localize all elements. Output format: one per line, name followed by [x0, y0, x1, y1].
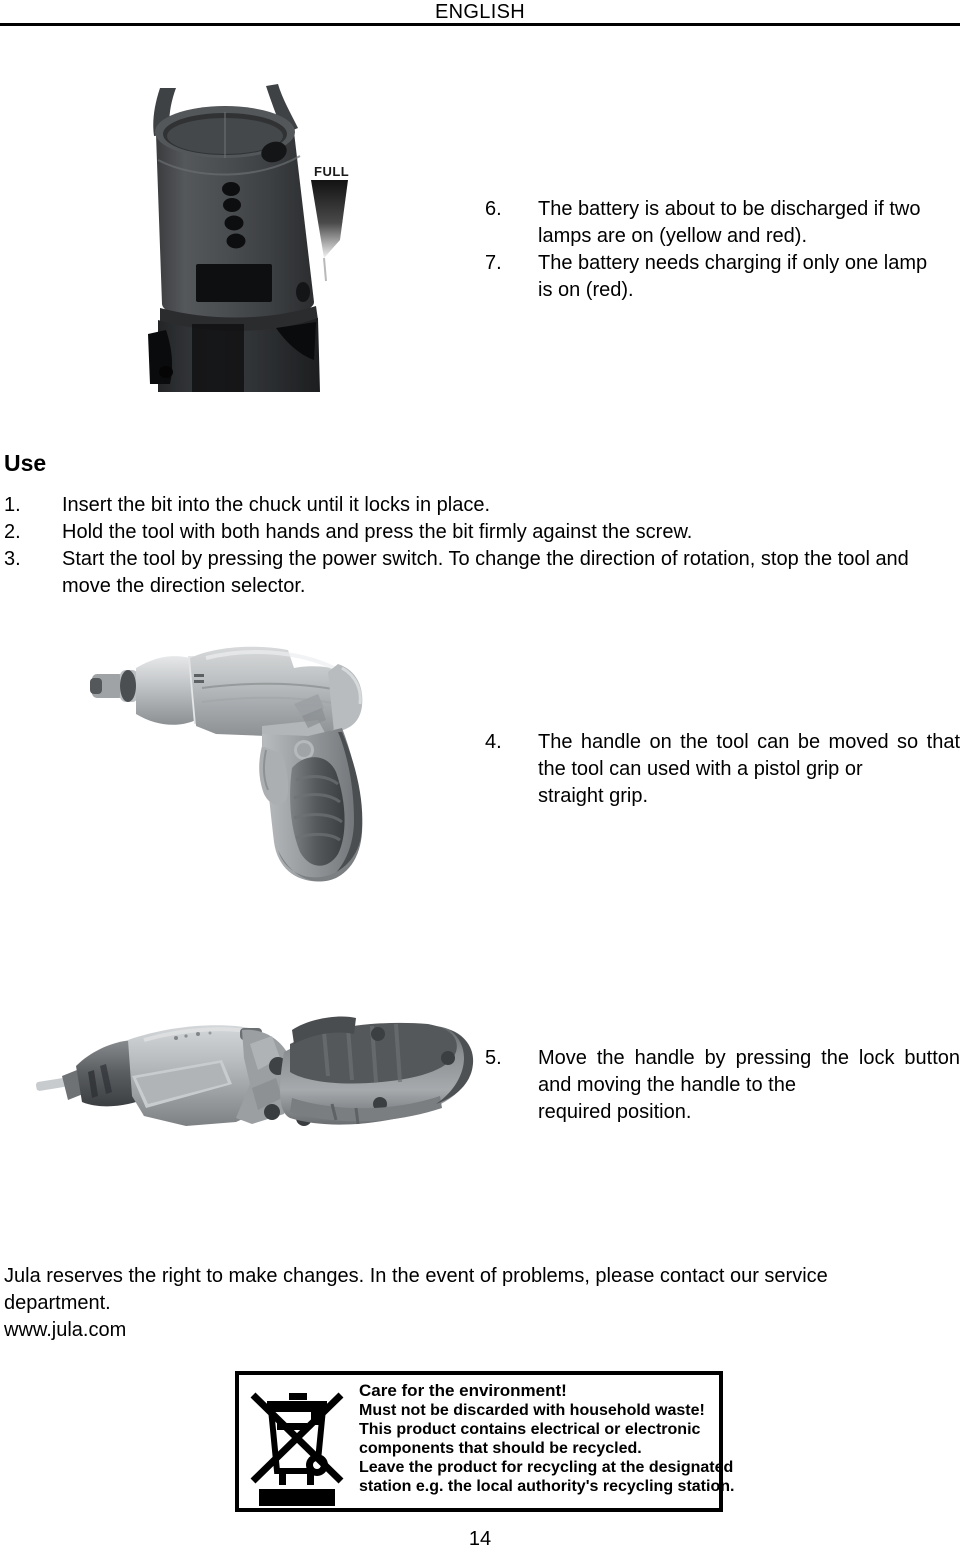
environment-notice-text: Care for the environment! Must not be di… — [351, 1375, 734, 1496]
list-item-text: The battery is about to be discharged if… — [538, 196, 960, 250]
list-item-text: Insert the bit into the chuck until it l… — [62, 494, 490, 516]
list-item: 5. Move the handle by pressing the lock … — [485, 1045, 960, 1126]
list-item-line: Start the tool by pressing the power swi… — [62, 548, 909, 570]
list-item-number: 7. — [485, 252, 502, 274]
header-divider — [0, 23, 960, 26]
environment-notice-line: Must not be discarded with household was… — [359, 1402, 705, 1419]
list-item-number: 4. — [485, 731, 502, 753]
list-item: 1. Insert the bit into the chuck until i… — [4, 492, 954, 519]
list-item-line: required position. — [538, 1101, 692, 1123]
page-title: ENGLISH — [435, 1, 525, 23]
disclaimer-line: department. — [4, 1292, 111, 1314]
list-item-text: The battery needs charging if only one l… — [538, 250, 960, 304]
environment-notice-line: components that should be recycled. — [359, 1440, 642, 1457]
cordless-screwdriver-pistol-grip-photo — [66, 628, 414, 906]
svg-text:FULL: FULL — [314, 164, 349, 179]
battery-lamp-notes: 6. The battery is about to be discharged… — [485, 196, 960, 304]
page-number: 14 — [468, 1528, 492, 1550]
list-item-number: 3. — [4, 548, 21, 570]
list-item-number: 5. — [485, 1047, 502, 1069]
disclaimer-paragraph: Jula reserves the right to make changes.… — [4, 1263, 954, 1344]
list-item-text: Move the handle by pressing the lock but… — [538, 1045, 960, 1126]
cordless-screwdriver-straight-grip-photo — [35, 1000, 480, 1166]
environment-notice-line: This product contains electrical or elec… — [359, 1421, 701, 1438]
list-item: 4. The handle on the tool can be moved s… — [485, 729, 960, 810]
use-instructions-list: 1. Insert the bit into the chuck until i… — [4, 492, 954, 600]
list-item: 6. The battery is about to be discharged… — [485, 196, 960, 250]
list-item-number: 6. — [485, 198, 502, 220]
environment-notice-line: Leave the product for recycling at the d… — [359, 1459, 734, 1476]
list-item-line: The battery needs charging if only one l… — [538, 252, 928, 274]
page-header: ENGLISH — [0, 0, 960, 26]
list-item: 2. Hold the tool with both hands and pre… — [4, 519, 954, 546]
list-item-line: move the direction selector. — [62, 575, 306, 597]
list-item-number: 1. — [4, 494, 21, 516]
list-item-text: Start the tool by pressing the power swi… — [62, 546, 954, 600]
list-item-text: Hold the tool with both hands and press … — [62, 521, 693, 543]
handle-note-5: 5. Move the handle by pressing the lock … — [485, 1045, 960, 1126]
list-item-text: The handle on the tool can be moved so t… — [538, 729, 960, 810]
handle-note-4: 4. The handle on the tool can be moved s… — [485, 729, 960, 810]
list-item-line: The battery is about to be discharged if… — [538, 198, 921, 220]
tool-rear-battery-indicator-photo: FULL — [118, 76, 390, 406]
list-item-line: lamps are on (yellow and red). — [538, 225, 808, 247]
list-item-line: straight grip. — [538, 785, 649, 807]
list-item: 7. The battery needs charging if only on… — [485, 250, 960, 304]
disclaimer-line: Jula reserves the right to make changes.… — [4, 1265, 828, 1287]
environment-notice-line: station e.g. the local authority's recyc… — [359, 1478, 735, 1495]
environment-notice-title: Care for the environment! — [359, 1381, 567, 1400]
list-item-line: The handle on the tool can be moved so — [538, 731, 919, 753]
list-item-line: Move the handle by pressing the lock — [538, 1047, 895, 1069]
list-item-line: is on (red). — [538, 279, 634, 301]
crossed-out-wheelie-bin-icon — [245, 1375, 351, 1508]
website-url[interactable]: www.jula.com — [4, 1317, 954, 1344]
list-item-number: 2. — [4, 521, 21, 543]
environment-notice-box: Care for the environment! Must not be di… — [235, 1371, 734, 1512]
section-heading-use: Use — [4, 450, 47, 476]
list-item: 3. Start the tool by pressing the power … — [4, 546, 954, 600]
